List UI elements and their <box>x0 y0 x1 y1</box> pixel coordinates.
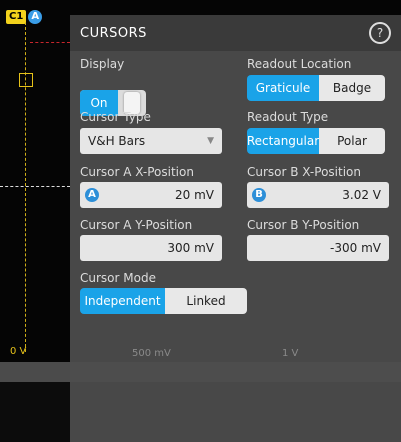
cursor-b-y-value: -300 mV <box>330 241 381 255</box>
option-linked[interactable]: Linked <box>165 288 247 314</box>
option-graticule[interactable]: Graticule <box>247 75 319 101</box>
cursors-config-panel: CURSORS ? Display On Readout Location Gr… <box>70 15 401 442</box>
chevron-down-icon: ▼ <box>207 136 214 146</box>
cursor-b-icon: B <box>252 188 266 202</box>
help-icon[interactable]: ? <box>369 22 391 44</box>
cursor-type-value: V&H Bars <box>88 134 146 148</box>
cursor-mode-label: Cursor Mode <box>80 271 156 285</box>
channel-1-badge[interactable]: C1 <box>6 10 27 24</box>
readout-type-selector[interactable]: Rectangular Polar <box>247 128 385 154</box>
cursor-b-x-field[interactable]: B 3.02 V <box>247 182 389 208</box>
cursor-a-y-label: Cursor A Y-Position <box>80 218 193 232</box>
panel-title: CURSORS <box>80 25 147 41</box>
cursor-mode-selector[interactable]: Independent Linked <box>80 288 247 314</box>
cursor-crosshair-icon[interactable] <box>19 73 33 87</box>
cursor-a-vertical-bar[interactable] <box>25 22 26 352</box>
cursor-a-badge[interactable]: A <box>28 10 43 24</box>
cursor-type-dropdown[interactable]: V&H Bars ▼ <box>80 128 222 154</box>
cursor-a-icon: A <box>85 188 99 202</box>
cursor-horizontal-bar[interactable] <box>0 186 70 187</box>
cursor-b-y-field[interactable]: -300 mV <box>247 235 389 261</box>
cursor-b-y-label: Cursor B Y-Position <box>247 218 360 232</box>
cursor-b-x-label: Cursor B X-Position <box>247 165 361 179</box>
readout-type-label: Readout Type <box>247 110 329 124</box>
cursor-a-y-value: 300 mV <box>167 241 214 255</box>
cursor-a-x-field[interactable]: A 20 mV <box>80 182 222 208</box>
option-independent[interactable]: Independent <box>80 288 165 314</box>
option-polar[interactable]: Polar <box>319 128 385 154</box>
cursor-a-x-label: Cursor A X-Position <box>80 165 194 179</box>
readout-location-label: Readout Location <box>247 57 352 71</box>
cursor-b-x-value: 3.02 V <box>342 188 381 202</box>
scale-right-label: 1 V <box>282 348 299 359</box>
readout-location-selector[interactable]: Graticule Badge <box>247 75 385 101</box>
cursor-a-x-value: 20 mV <box>175 188 214 202</box>
display-label: Display <box>80 57 125 71</box>
scale-left-label: 500 mV <box>132 348 171 359</box>
cursor-type-label: Cursor Type <box>80 110 151 124</box>
trigger-level-line <box>30 42 70 43</box>
cursor-a-y-field[interactable]: 300 mV <box>80 235 222 261</box>
option-badge[interactable]: Badge <box>319 75 385 101</box>
option-rectangular[interactable]: Rectangular <box>247 128 319 154</box>
panel-header: CURSORS ? <box>70 15 401 51</box>
zero-volt-label: 0 V <box>10 346 27 357</box>
